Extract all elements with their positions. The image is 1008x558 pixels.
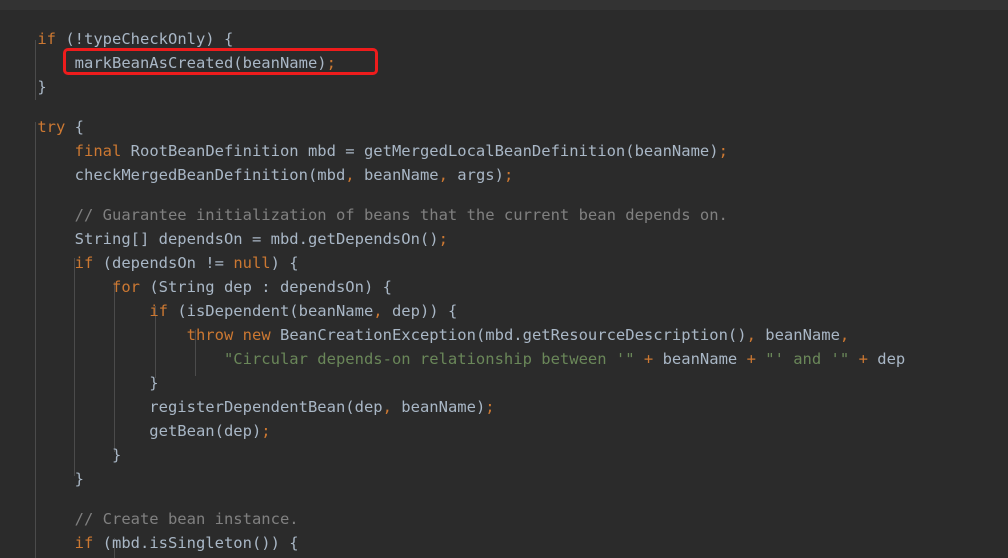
code-token-kw: if xyxy=(37,30,56,48)
code-token-pn: + xyxy=(849,350,878,368)
code-token-id: checkMergedBeanDefinition(mbd xyxy=(0,166,346,184)
code-line[interactable]: if (isDependent(beanName, dep)) { xyxy=(0,299,457,323)
code-token-pn: ; xyxy=(261,422,271,440)
code-token-id: } xyxy=(0,374,159,392)
code-line[interactable]: } xyxy=(0,443,121,467)
code-line[interactable]: } xyxy=(0,371,159,395)
code-token-id: RootBeanDefinition mbd = getMergedLocalB… xyxy=(121,142,719,160)
code-token-id xyxy=(0,302,149,320)
code-token-kw: if xyxy=(149,302,168,320)
code-token-pn: + xyxy=(634,350,663,368)
code-token-pn: ; xyxy=(326,54,336,72)
code-editor[interactable]: if (!typeCheckOnly) { markBeanAsCreated(… xyxy=(0,0,1008,558)
code-line[interactable]: getBean(dep); xyxy=(0,419,271,443)
code-line[interactable]: "Circular depends-on relationship betwee… xyxy=(0,347,905,371)
code-token-id: } xyxy=(0,78,47,96)
code-token-id xyxy=(0,278,112,296)
code-line[interactable]: try { xyxy=(0,115,84,139)
code-token-id: (String dep : dependsOn) { xyxy=(139,278,392,296)
code-token-cmt: // Create bean instance. xyxy=(74,510,299,528)
code-token-id xyxy=(0,142,75,160)
code-token-kw: if xyxy=(74,254,94,272)
code-token-id: registerDependentBean(dep xyxy=(0,398,383,416)
code-token-id: } xyxy=(0,470,84,488)
code-line[interactable]: } xyxy=(0,467,84,491)
code-token-kw: throw xyxy=(186,326,234,344)
code-line[interactable]: if (!typeCheckOnly) { xyxy=(0,27,233,51)
code-token-id: (isDependent(beanName xyxy=(167,302,374,320)
code-line[interactable]: if (dependsOn != null) { xyxy=(0,251,299,275)
code-token-pn: , xyxy=(373,302,383,320)
code-token-pn: ; xyxy=(503,166,514,184)
code-token-id xyxy=(0,206,75,224)
code-line[interactable]: registerDependentBean(dep, beanName); xyxy=(0,395,495,419)
code-token-id xyxy=(0,326,187,344)
code-token-kw: null xyxy=(233,254,271,272)
code-token-id: beanName xyxy=(755,326,840,344)
code-token-id: getBean(dep) xyxy=(0,422,262,440)
code-token-pn: ; xyxy=(485,398,495,416)
code-token-cmt: // Guarantee initialization of beans tha… xyxy=(74,206,728,224)
code-token-id: args) xyxy=(447,166,504,184)
code-token-pn: , xyxy=(839,326,850,344)
code-token-kw: try xyxy=(37,118,66,136)
code-token-id: String[] dependsOn = mbd.getDependsOn() xyxy=(0,230,439,248)
code-token-id: dep xyxy=(877,350,906,368)
code-token-kw: new xyxy=(242,326,271,344)
code-line[interactable]: // Guarantee initialization of beans tha… xyxy=(0,203,728,227)
code-token-id: ) { xyxy=(270,254,299,272)
code-token-pn: , xyxy=(382,398,392,416)
code-token-id xyxy=(0,254,75,272)
code-line[interactable]: if (mbd.isSingleton()) { xyxy=(0,531,299,555)
code-token-id: (dependsOn != xyxy=(93,254,234,272)
code-token-kw: final xyxy=(74,142,122,160)
code-token-pn: , xyxy=(438,166,448,184)
code-token-pn: , xyxy=(345,166,355,184)
code-line[interactable]: for (String dep : dependsOn) { xyxy=(0,275,392,299)
code-token-id: markBeanAsCreated(beanName) xyxy=(0,54,327,72)
code-token-id: beanName) xyxy=(391,398,486,416)
code-token-id xyxy=(0,534,75,552)
code-token-kw: for xyxy=(111,278,140,296)
code-token-id: { xyxy=(65,118,84,136)
code-token-str: "' and '" xyxy=(765,350,850,368)
code-surface[interactable]: if (!typeCheckOnly) { markBeanAsCreated(… xyxy=(0,10,1008,558)
code-line[interactable]: throw new BeanCreationException(mbd.getR… xyxy=(0,323,850,347)
code-line[interactable]: final RootBeanDefinition mbd = getMerged… xyxy=(0,139,728,163)
code-line[interactable]: String[] dependsOn = mbd.getDependsOn(); xyxy=(0,227,448,251)
code-token-pn: + xyxy=(737,350,766,368)
code-token-id: BeanCreationException(mbd.getResourceDes… xyxy=(270,326,747,344)
code-line[interactable]: markBeanAsCreated(beanName); xyxy=(0,51,336,75)
code-line[interactable]: // Create bean instance. xyxy=(0,507,299,531)
code-token-id xyxy=(0,30,37,48)
code-token-pn: , xyxy=(746,326,756,344)
code-token-id: } xyxy=(0,446,122,464)
code-token-id: beanName xyxy=(354,166,439,184)
code-token-kw: if xyxy=(74,534,94,552)
code-line[interactable]: } xyxy=(0,75,47,99)
code-token-pn: ; xyxy=(438,230,448,248)
code-token-id: (!typeCheckOnly) { xyxy=(56,30,234,48)
code-token-id: beanName xyxy=(662,350,738,368)
code-token-id: (mbd.isSingleton()) { xyxy=(93,534,299,552)
code-token-id xyxy=(0,510,75,528)
code-token-id xyxy=(0,350,224,368)
code-token-pn: ; xyxy=(718,142,728,160)
code-token-id xyxy=(0,118,37,136)
code-token-id xyxy=(233,326,242,344)
code-line[interactable]: checkMergedBeanDefinition(mbd, beanName,… xyxy=(0,163,514,187)
code-token-id: dep)) { xyxy=(382,302,458,320)
editor-top-chrome xyxy=(0,0,1008,10)
code-token-str: "Circular depends-on relationship betwee… xyxy=(223,350,635,368)
